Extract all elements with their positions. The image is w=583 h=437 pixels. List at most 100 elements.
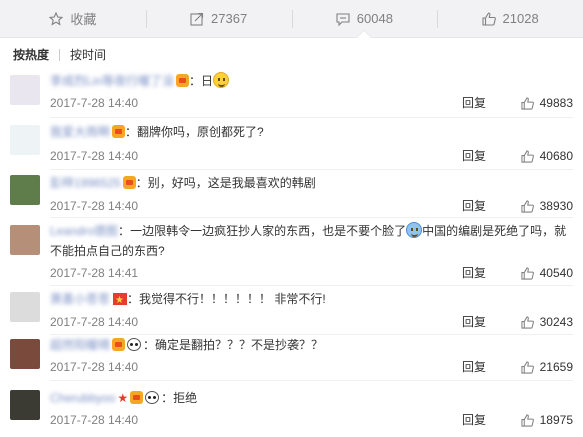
comment-tab[interactable]: 60048 [291,0,438,38]
comment-text: 我爱大雨啊 ：翻牌你吗，原创都死了? [50,125,264,139]
reply-button[interactable]: 回复 [462,263,486,283]
comment-content: 一边限韩令一边疯狂抄人家的东西，也是不要个脸了 [130,224,407,238]
comment-like-count: 40540 [539,266,573,280]
member-badge-icon [112,338,126,351]
reply-button[interactable]: 回复 [462,312,486,332]
comment-like-button[interactable]: 18975 [521,410,573,430]
star-icon [49,11,64,26]
comment-like-button[interactable]: 40540 [521,263,573,283]
forward-count: 27367 [211,11,248,26]
forward-icon [190,12,204,26]
reply-button[interactable]: 回复 [462,357,486,377]
avatar[interactable] [10,339,40,369]
comment-text: 李成烈Lin等夜行喔了没 ：日 [50,71,573,91]
comment-like-button[interactable]: 49883 [521,93,573,113]
comment-text: 彭梓1996525 ：别，好吗，这是我最喜欢的韩剧 [50,176,316,190]
thumb-up-icon [521,413,534,427]
comment-time: 2017-7-28 14:40 [50,413,139,427]
comment-text: Cherubbyoo ★ ：拒绝 [50,391,198,405]
comment-time: 2017-7-28 14:40 [50,199,139,213]
member-badge-icon [130,391,144,404]
like-count: 21028 [502,11,539,26]
comment-meta: 2017-7-28 14:40 回复 18975 [50,410,573,430]
active-caret [357,31,372,38]
smile-emoji-icon [213,72,230,88]
comment-like-button[interactable]: 40680 [521,146,573,166]
comment-username[interactable]: 李成烈Lin等夜行喔了没 [50,74,174,88]
reply-button[interactable]: 回复 [462,146,486,166]
comment-like-count: 40680 [539,149,573,163]
comment-text: Leandro德图：一边限韩令一边疯狂抄人家的东西，也是不要个脸了 中国的编剧是死… [50,222,567,258]
comment-username[interactable]: 彭梓1996525 [50,176,121,190]
comment-like-button[interactable]: 30243 [521,312,573,332]
panda-emoji-icon [127,338,142,351]
thumb-up-icon [521,266,534,280]
avatar[interactable] [10,75,40,105]
reply-button[interactable]: 回复 [462,196,486,216]
comment-username[interactable]: Cherubbyoo [50,391,115,405]
member-badge-icon [122,176,136,189]
vip-badge-icon [113,291,128,311]
comment-content: 我觉得不行！！！！！！ 非常不行! [139,292,326,306]
comment-count: 60048 [356,11,393,26]
sort-by-time[interactable]: 按时间 [70,46,106,63]
comment-like-count: 30243 [539,315,573,329]
comment-divider [50,217,573,218]
like-button[interactable]: 21028 [437,0,583,37]
thumb-up-icon [521,360,534,374]
emoji-icon [406,222,423,238]
comment-time: 2017-7-28 14:40 [50,96,139,110]
favorite-button[interactable]: 收藏 [0,0,146,37]
avatar[interactable] [10,175,40,205]
comment-time: 2017-7-28 14:40 [50,149,139,163]
comment-meta: 2017-7-28 14:40 回复 49883 [50,93,573,113]
comment-content: 日 [201,74,214,88]
sort-bar: 按热度 按时间 [0,38,583,71]
star-badge-icon: ★ [117,391,129,405]
comment-like-button[interactable]: 21659 [521,357,573,377]
comment-like-count: 49883 [539,96,573,110]
reply-button[interactable]: 回复 [462,93,486,113]
comment-like-count: 18975 [539,413,573,427]
member-badge-icon [176,74,190,87]
favorite-label: 收藏 [70,12,97,27]
avatar[interactable] [10,125,40,155]
comment-text: 萧墨小苍苍：我觉得不行！！！！！！ 非常不行! [50,289,573,311]
reply-button[interactable]: 回复 [462,410,486,430]
comment-like-button[interactable]: 38930 [521,196,573,216]
comment-content: 别，好吗，这是我最喜欢的韩剧 [147,176,316,190]
comment-divider [50,169,573,170]
thumb-up-icon [521,149,534,163]
comment-meta: 2017-7-28 14:40 回复 40680 [50,146,573,166]
comment-divider [50,117,573,118]
sort-by-hot[interactable]: 按热度 [13,46,49,63]
comment-time: 2017-7-28 14:40 [50,360,139,374]
thumb-up-icon [521,315,534,329]
comment-meta: 2017-7-28 14:40 回复 21659 [50,357,573,377]
comment-like-count: 21659 [539,360,573,374]
comment-time: 2017-7-28 14:41 [50,266,139,280]
avatar[interactable] [10,292,40,322]
comment-divider [50,285,573,286]
avatar[interactable] [10,225,40,255]
comment-text: 超然阳暖晴 ：确定是翻拍？？？不是抄袭？？ [50,338,324,352]
comment-username[interactable]: Leandro德图 [50,224,118,238]
comment-meta: 2017-7-28 14:41 回复 40540 [50,263,573,283]
avatar[interactable] [10,390,40,420]
comment-like-count: 38930 [539,199,573,213]
forward-button[interactable]: 27367 [145,0,292,37]
comment-username[interactable]: 萧墨小苍苍 [50,292,110,306]
comment-meta: 2017-7-28 14:40 回复 38930 [50,196,573,216]
comment-meta: 2017-7-28 14:40 回复 30243 [50,312,573,332]
comment-content: 翻牌你吗，原创都死了? [137,125,264,139]
comment-divider [50,380,573,381]
member-badge-icon [112,125,126,138]
comment-time: 2017-7-28 14:40 [50,315,139,329]
thumb-up-icon [521,199,534,213]
comment-username[interactable]: 我爱大雨啊 [50,125,110,139]
comment-content: 拒绝 [173,391,198,405]
action-bar: 收藏 27367 60048 21028 [0,0,583,38]
comment-username[interactable]: 超然阳暖晴 [50,338,110,352]
panda-emoji-icon [145,391,160,404]
thumb-up-icon [481,11,496,26]
